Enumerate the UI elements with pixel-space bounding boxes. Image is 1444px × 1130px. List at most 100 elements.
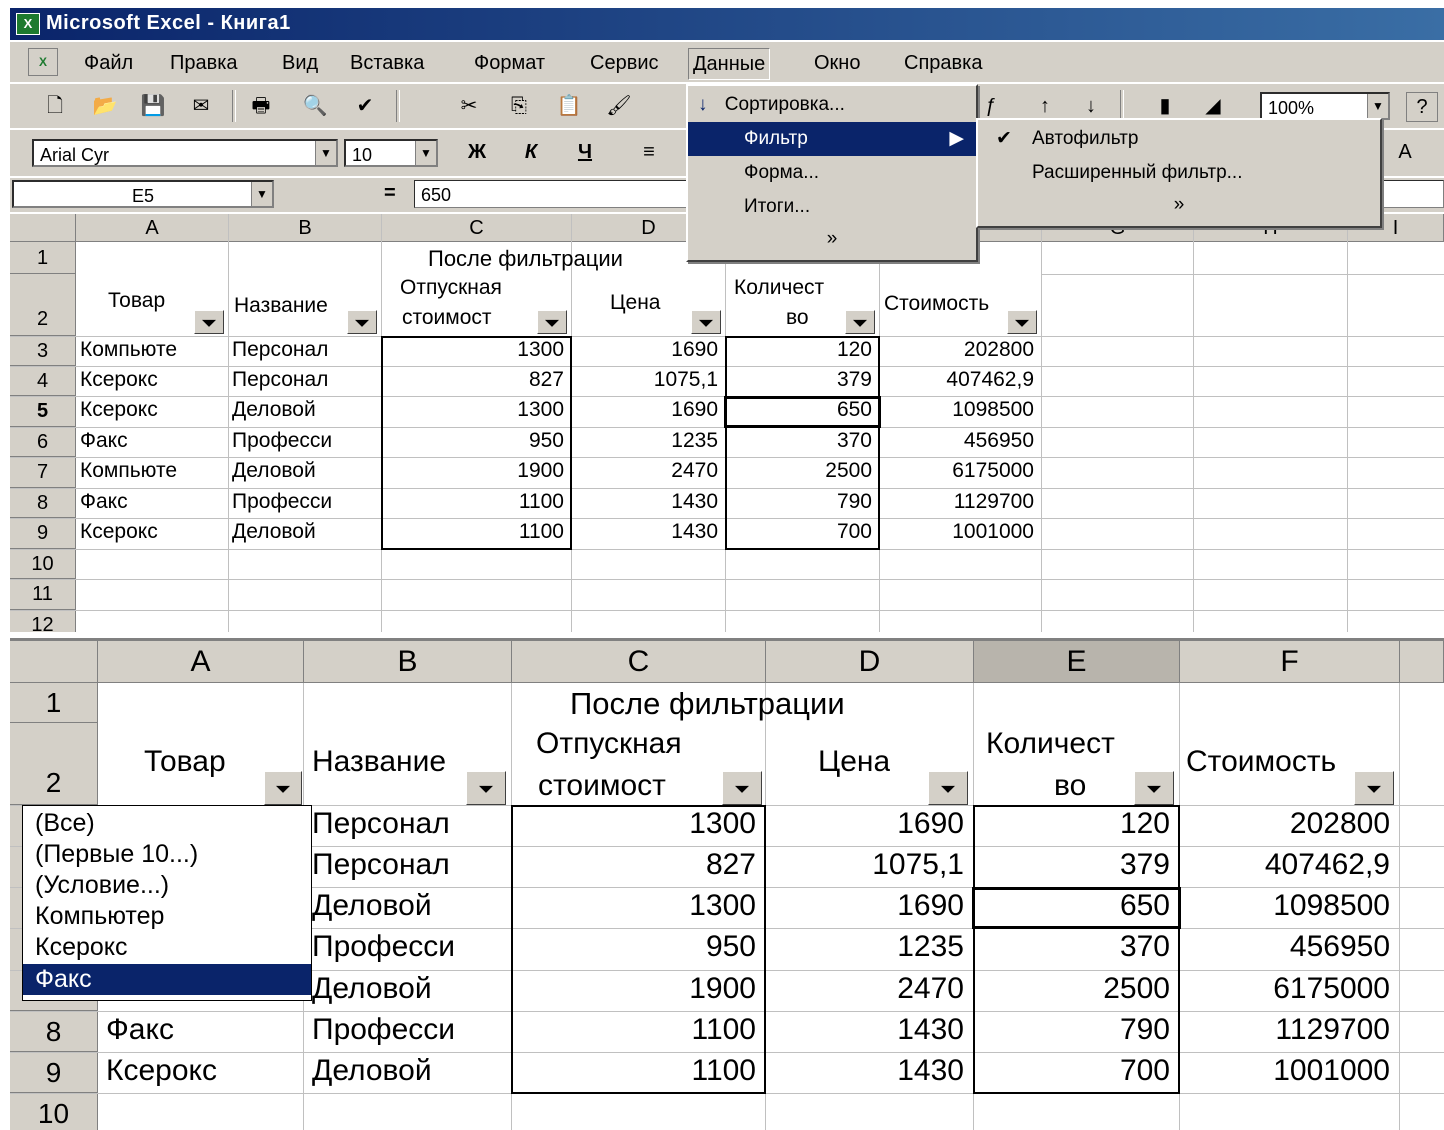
worksheet-top[interactable]: A B C D E F G H I 1 2 3 4 5 6 7 8 9 10 1… [10,214,1444,632]
chevron-down-icon[interactable]: ▼ [315,141,336,165]
chart-wizard-icon[interactable]: ▮ [1150,92,1180,120]
menu-expand-icon[interactable]: » [688,222,976,256]
row-header-7[interactable]: 7 [10,457,76,488]
row-header-6[interactable]: 6 [10,427,76,457]
function-icon[interactable]: ƒ [976,92,1006,120]
zoom-select[interactable]: 100% ▼ [1260,92,1390,120]
menu-item-advanced-filter[interactable]: Расширенный фильтр... [978,156,1380,190]
chevron-down-icon[interactable]: ▼ [415,141,436,165]
menu-item-subtotals[interactable]: Итоги... [688,190,976,224]
autofilter-button-a[interactable] [194,310,224,334]
print-preview-icon[interactable]: 🔍 [300,92,330,120]
column-header-g[interactable] [1400,641,1444,683]
column-header-a[interactable]: A [98,641,304,683]
autofilter-button-f[interactable] [1007,310,1037,334]
menu-view[interactable]: Вид [278,50,322,76]
help-icon[interactable]: ? [1406,92,1438,122]
autofilter-button-c[interactable] [722,771,762,805]
submenu-arrow-icon: ▶ [949,128,964,149]
autofilter-button-b[interactable] [347,310,377,334]
row-header-9[interactable]: 9 [10,518,76,549]
format-painter-icon[interactable]: 🖌 [604,92,634,120]
spelling-icon[interactable]: ✔ [350,92,380,120]
sort-descending-icon[interactable]: ↓ [1076,92,1106,120]
chevron-down-icon[interactable]: ▼ [1367,94,1388,118]
column-header-a[interactable]: A [76,214,229,242]
menu-tools[interactable]: Сервис [586,50,663,76]
font-color-icon[interactable]: A [1390,138,1420,166]
list-item[interactable]: (Первые 10...) [23,839,311,870]
column-header-b[interactable]: B [229,214,382,242]
row-header-3[interactable]: 3 [10,336,76,366]
row-header-12[interactable]: 12 [10,610,76,632]
column-header-d[interactable]: D [766,641,974,683]
font-select[interactable]: Arial Cyr ▼ [32,139,338,167]
sort-ascending-icon[interactable]: ↑ [1030,92,1060,120]
column-header-c[interactable]: C [382,214,572,242]
email-icon[interactable]: ✉ [186,92,216,120]
select-all-corner[interactable] [10,641,98,683]
font-size-select[interactable]: 10 ▼ [344,139,438,167]
autofilter-button-d[interactable] [691,310,721,334]
menu-insert[interactable]: Вставка [346,50,428,76]
autofilter-button-a[interactable] [264,771,302,805]
list-item[interactable]: Ксерокс [23,932,311,963]
chevron-down-icon[interactable]: ▼ [251,182,272,206]
cut-icon[interactable]: ✂ [454,92,484,120]
row-header-4[interactable]: 4 [10,366,76,396]
row-header-8[interactable]: 8 [10,1011,98,1052]
worksheet-zoomed[interactable]: A B C D E F 1 2 8 9 10 После фильтрации … [10,638,1444,1130]
open-folder-icon[interactable]: 📂 [90,92,120,120]
row-header-2[interactable]: 2 [10,274,76,336]
menu-format[interactable]: Формат [470,50,549,76]
paste-icon[interactable]: 📋 [554,92,584,120]
autofilter-button-f[interactable] [1354,771,1394,805]
print-icon[interactable]: 🖶 [246,92,276,120]
row-header-5[interactable]: 5 [10,396,76,427]
drawing-icon[interactable]: ◢ [1198,92,1228,120]
menu-window[interactable]: Окно [810,50,864,76]
list-item[interactable]: (Все) [23,808,311,839]
menu-item-filter[interactable]: Фильтр ▶ [688,122,976,156]
select-all-corner[interactable] [10,214,76,242]
menu-data[interactable]: Данные [688,48,771,80]
new-document-icon[interactable]: 🗋 [40,92,70,120]
row-header-10[interactable]: 10 [10,549,76,579]
row-header-10[interactable]: 10 [10,1093,98,1130]
autofilter-dropdown-list[interactable]: (Все) (Первые 10...) (Условие...) Компью… [22,805,312,1001]
bold-button[interactable]: Ж [462,138,492,166]
row-header-8[interactable]: 8 [10,488,76,518]
row-header-2[interactable]: 2 [10,723,98,805]
column-header-e[interactable]: E [974,641,1180,683]
copy-icon[interactable]: ⎘ [504,92,534,120]
autofilter-button-e[interactable] [1134,771,1174,805]
column-header-c[interactable]: C [512,641,766,683]
column-header-f[interactable]: F [1180,641,1400,683]
italic-button[interactable]: К [516,138,546,166]
autofilter-button-c[interactable] [537,310,567,334]
menu-expand-icon[interactable]: » [978,188,1380,222]
row-header-1[interactable]: 1 [10,683,98,723]
autofilter-button-b[interactable] [466,771,506,805]
menu-file[interactable]: Файл [80,50,137,76]
save-icon[interactable]: 💾 [138,92,168,120]
row-header-9[interactable]: 9 [10,1052,98,1093]
row-header-11[interactable]: 11 [10,579,76,610]
menu-item-form[interactable]: Форма... [688,156,976,190]
name-box[interactable]: E5 ▼ [12,180,274,208]
column-header-b[interactable]: B [304,641,512,683]
check-icon: ✔ [996,128,1012,149]
menu-item-sort[interactable]: ↓ Сортировка... [688,88,976,122]
document-icon[interactable]: X [28,48,58,76]
list-item[interactable]: (Условие...) [23,870,311,901]
menu-item-autofilter[interactable]: ✔ Автофильтр [978,122,1380,156]
menu-edit[interactable]: Правка [166,50,242,76]
underline-button[interactable]: Ч [570,138,600,166]
list-item-selected[interactable]: Факс [23,964,311,995]
list-item[interactable]: Компьютер [23,901,311,932]
autofilter-button-e[interactable] [845,310,875,334]
menu-help[interactable]: Справка [900,50,986,76]
autofilter-button-d[interactable] [928,771,968,805]
align-left-icon[interactable]: ≡ [634,138,664,166]
row-header-1[interactable]: 1 [10,242,76,274]
